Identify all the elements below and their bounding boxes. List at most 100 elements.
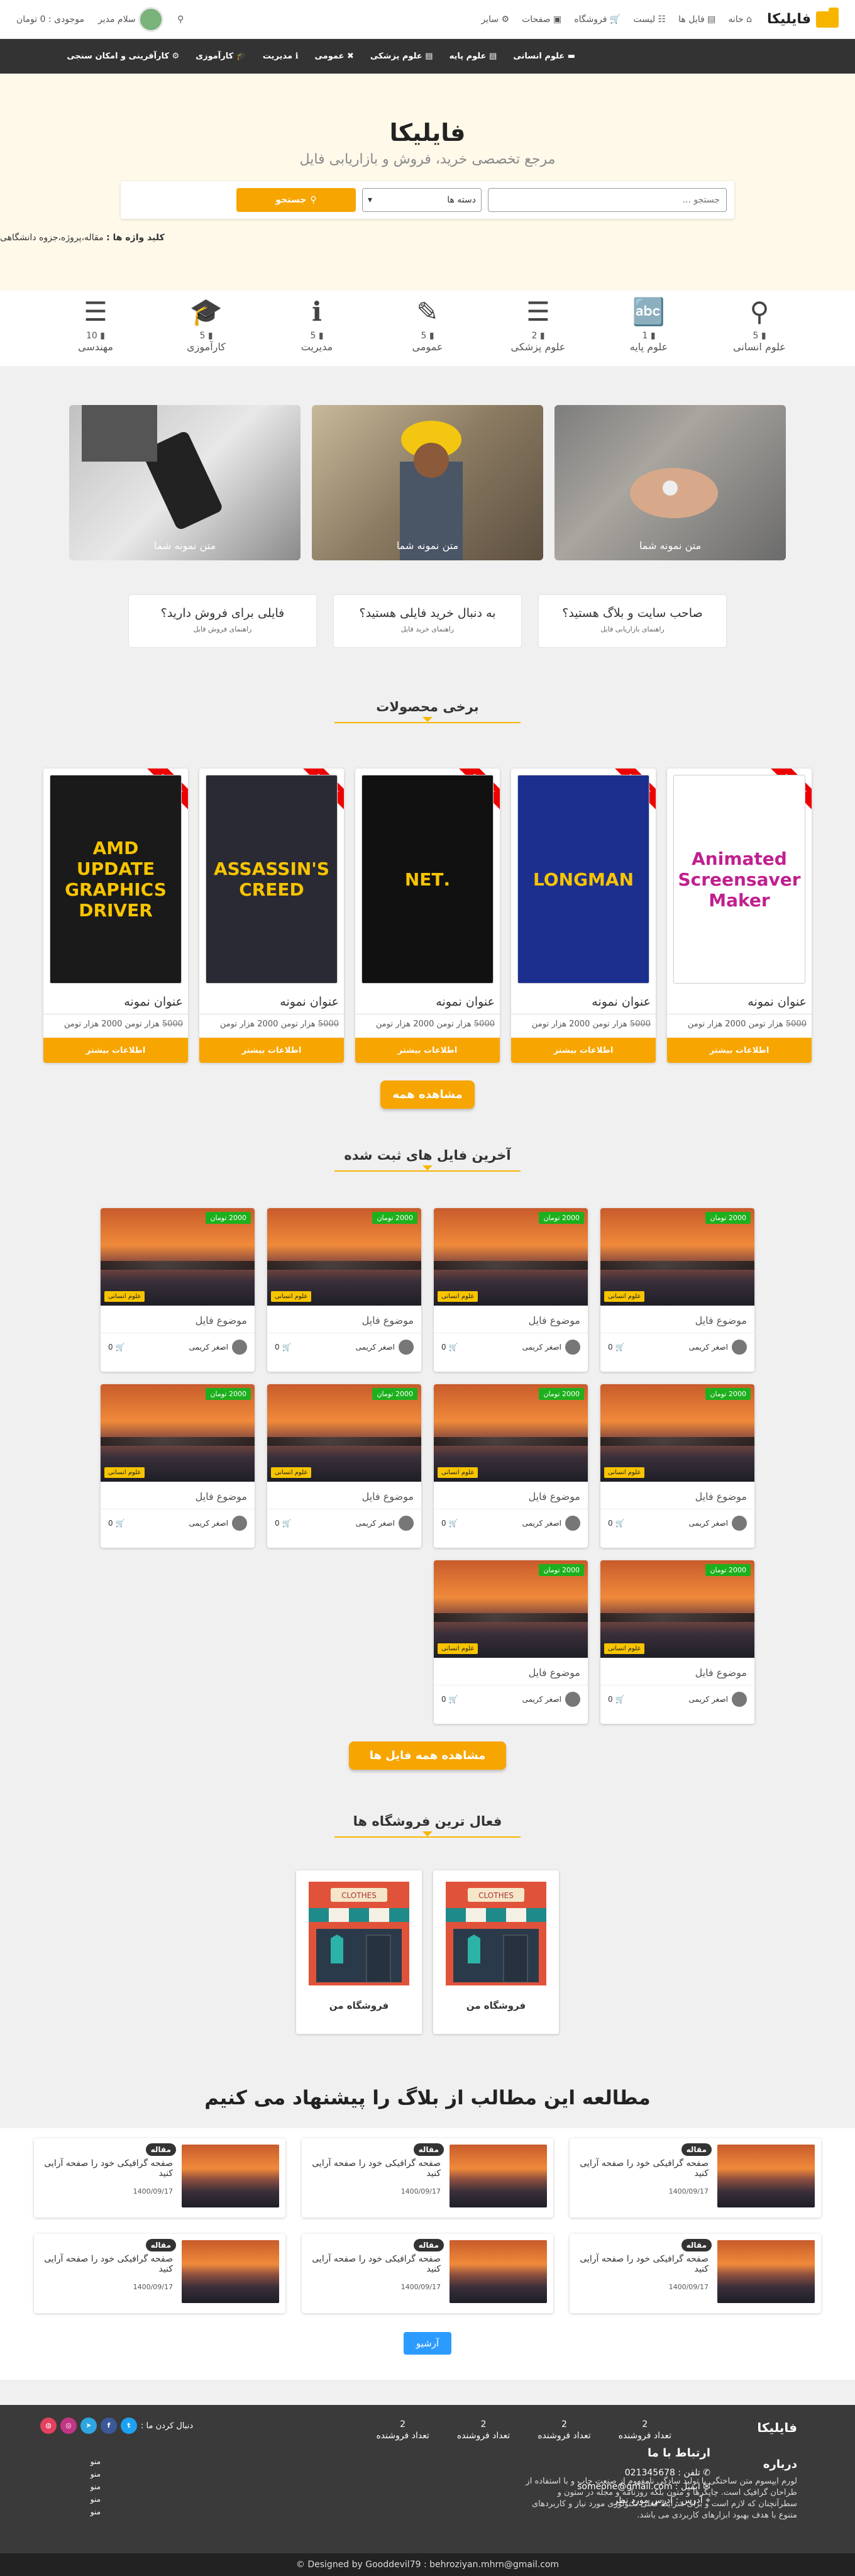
nav-files[interactable]: ▤ فایل ها xyxy=(678,14,715,25)
cart-count[interactable]: 🛒 0 xyxy=(108,1343,124,1352)
blog-card[interactable]: مقاله صفحه گرافیکی خود را صفحه آرایی کنی… xyxy=(570,2234,821,2313)
catbar-item[interactable]: ▬ علوم انسانی xyxy=(513,52,575,61)
category-tag[interactable]: علوم انسانی xyxy=(438,1643,478,1654)
cart-count[interactable]: 🛒 0 xyxy=(608,1343,624,1352)
dribbble-icon[interactable]: ◍ xyxy=(40,2418,57,2434)
catbar-item[interactable]: ℹ مدیریت xyxy=(263,52,299,61)
author[interactable]: اصغر کریمی xyxy=(522,1340,580,1355)
footer-link[interactable]: منو xyxy=(91,2480,101,2493)
author[interactable]: اصغر کریمی xyxy=(356,1516,414,1531)
email[interactable]: ✉ ایمیل : someone@gmail.com xyxy=(484,2480,710,2494)
catbar-item[interactable]: 🎓 کارآموزی xyxy=(196,52,246,61)
nav-list[interactable]: ☷ لیست xyxy=(633,14,666,25)
cart-count[interactable]: 🛒 0 xyxy=(608,1695,624,1704)
guide-box-marketing[interactable]: صاحب سایت و بلاگ هستید؟ راهنمای بازاریابی… xyxy=(538,594,727,648)
search-button[interactable]: ⚲ جستجو xyxy=(236,188,356,212)
image-card[interactable]: متن نمونه شما xyxy=(69,405,301,560)
category-select[interactable]: دسته ها ▾ xyxy=(362,188,482,212)
category-tag[interactable]: علوم انسانی xyxy=(438,1291,478,1302)
view-all-files-button[interactable]: مشاهده همه فایل ها xyxy=(349,1741,506,1770)
category-tag[interactable]: علوم انسانی xyxy=(604,1643,645,1654)
footer-link[interactable]: منو xyxy=(91,2468,101,2480)
search-input[interactable] xyxy=(488,188,727,212)
cart-count[interactable]: 🛒 0 xyxy=(608,1519,624,1528)
twitter-icon[interactable]: t xyxy=(121,2418,137,2434)
footer-link[interactable]: منو xyxy=(91,2506,101,2518)
author[interactable]: اصغر کریمی xyxy=(689,1340,747,1355)
more-info-button[interactable]: اطلاعات بیشتر xyxy=(511,1038,656,1063)
author[interactable]: اصغر کریمی xyxy=(356,1340,414,1355)
author[interactable]: اصغر کریمی xyxy=(689,1516,747,1531)
category-tag[interactable]: علوم انسانی xyxy=(604,1467,645,1478)
store-card[interactable]: CLOTHES فروشگاه من xyxy=(296,1870,422,2034)
file-card[interactable]: 2000 تومان علوم انسانی موضوع فایل اصغر ک… xyxy=(267,1384,421,1548)
category-tag[interactable]: علوم انسانی xyxy=(271,1291,312,1302)
author[interactable]: اصغر کریمی xyxy=(522,1516,580,1531)
category-item[interactable]: ⚲ ▮ 5 علوم انسانی xyxy=(720,297,799,366)
file-card[interactable]: 2000 تومان علوم انسانی موضوع فایل اصغر ک… xyxy=(101,1208,255,1372)
search-icon[interactable]: ⚲ xyxy=(177,14,184,25)
cart-count[interactable]: 🛒 0 xyxy=(275,1343,291,1352)
file-card[interactable]: 2000 تومان علوم انسانی موضوع فایل اصغر ک… xyxy=(434,1208,588,1372)
file-card[interactable]: 2000 تومان علوم انسانی موضوع فایل اصغر ک… xyxy=(600,1208,754,1372)
category-item[interactable]: 🎓 ▮ 5 کارآموزی xyxy=(167,297,246,366)
product-card[interactable]: تخفیف .NET عنوان نمونه 5000 هزار تومن 20… xyxy=(355,769,500,1063)
more-info-button[interactable]: اطلاعات بیشتر xyxy=(667,1038,812,1063)
category-tag[interactable]: علوم انسانی xyxy=(104,1291,145,1302)
file-card[interactable]: 2000 تومان علوم انسانی موضوع فایل اصغر ک… xyxy=(600,1384,754,1548)
file-card[interactable]: 2000 تومان علوم انسانی موضوع فایل اصغر ک… xyxy=(101,1384,255,1548)
product-card[interactable]: تخفیف Animated Screensaver Maker عنوان ن… xyxy=(667,769,812,1063)
footer-link[interactable]: منو xyxy=(91,2455,101,2468)
facebook-icon[interactable]: f xyxy=(101,2418,117,2434)
more-info-button[interactable]: اطلاعات بیشتر xyxy=(43,1038,188,1063)
nav-pages[interactable]: ▣ صفحات xyxy=(522,14,561,25)
category-tag[interactable]: علوم انسانی xyxy=(271,1467,312,1478)
instagram-icon[interactable]: ◎ xyxy=(60,2418,77,2434)
file-card[interactable]: 2000 تومان علوم انسانی موضوع فایل اصغر ک… xyxy=(434,1384,588,1548)
more-info-button[interactable]: اطلاعات بیشتر xyxy=(199,1038,344,1063)
nav-other[interactable]: ⚙ سایر xyxy=(481,14,509,25)
category-item[interactable]: ☰ ▮ 10 مهندسی xyxy=(56,297,135,366)
blog-card[interactable]: مقاله صفحه گرافیکی خود را صفحه آرایی کنی… xyxy=(302,2234,553,2313)
footer-link[interactable]: منو xyxy=(91,2493,101,2506)
site-logo[interactable]: فایلیکا xyxy=(767,7,839,28)
product-card[interactable]: تخفیف LONGMAN عنوان نمونه 5000 هزار تومن… xyxy=(511,769,656,1063)
file-card[interactable]: 2000 تومان علوم انسانی موضوع فایل اصغر ک… xyxy=(434,1560,588,1724)
catbar-item[interactable]: ▤ علوم پایه xyxy=(450,52,497,61)
guide-box-buy[interactable]: به دنبال خرید فایلی هستید؟ راهنمای خرید ف… xyxy=(333,594,522,648)
telegram-icon[interactable]: ➤ xyxy=(80,2418,97,2434)
catbar-item[interactable]: ▤ علوم پزشکی xyxy=(370,52,433,61)
view-all-products-button[interactable]: مشاهده همه xyxy=(380,1080,475,1109)
blog-card[interactable]: مقاله صفحه گرافیکی خود را صفحه آرایی کنی… xyxy=(302,2138,553,2218)
author[interactable]: اصغر کریمی xyxy=(689,1692,747,1707)
catbar-item[interactable]: ⚙ کارآفرینی و امکان سنجی xyxy=(67,52,179,61)
category-item[interactable]: ℹ ▮ 5 مدیریت xyxy=(277,297,356,366)
user-menu[interactable]: سلام مدیر xyxy=(98,6,164,32)
category-tag[interactable]: علوم انسانی xyxy=(604,1291,645,1302)
author[interactable]: اصغر کریمی xyxy=(522,1692,580,1707)
nav-home[interactable]: ⌂ خانه xyxy=(728,14,752,25)
category-item[interactable]: ✎ ▮ 5 عمومی xyxy=(388,297,467,366)
cart-count[interactable]: 🛒 0 xyxy=(108,1519,124,1528)
image-card[interactable]: متن نمونه شما xyxy=(554,405,786,560)
file-card[interactable]: 2000 تومان علوم انسانی موضوع فایل اصغر ک… xyxy=(600,1560,754,1724)
cart-count[interactable]: 🛒 0 xyxy=(441,1695,458,1704)
nav-shop[interactable]: 🛒 فروشگاه xyxy=(574,14,621,25)
archive-button[interactable]: آرشیو xyxy=(404,2332,451,2355)
category-item[interactable]: ☰ ▮ 2 علوم پزشکی xyxy=(499,297,578,366)
cart-count[interactable]: 🛒 0 xyxy=(441,1519,458,1528)
image-card[interactable]: متن نمونه شما xyxy=(312,405,543,560)
blog-card[interactable]: مقاله صفحه گرافیکی خود را صفحه آرایی کنی… xyxy=(34,2234,285,2313)
blog-card[interactable]: مقاله صفحه گرافیکی خود را صفحه آرایی کنی… xyxy=(570,2138,821,2218)
more-info-button[interactable]: اطلاعات بیشتر xyxy=(355,1038,500,1063)
catbar-item[interactable]: ✖ عمومی xyxy=(315,52,354,61)
store-card[interactable]: CLOTHES فروشگاه من xyxy=(433,1870,559,2034)
cart-count[interactable]: 🛒 0 xyxy=(441,1343,458,1352)
cart-count[interactable]: 🛒 0 xyxy=(275,1519,291,1528)
category-tag[interactable]: علوم انسانی xyxy=(104,1467,145,1478)
blog-card[interactable]: مقاله صفحه گرافیکی خود را صفحه آرایی کنی… xyxy=(34,2138,285,2218)
product-card[interactable]: تخفیف ASSASSIN'S CREED عنوان نمونه 5000 … xyxy=(199,769,344,1063)
product-card[interactable]: تخفیف AMD UPDATE GRAPHICS DRIVER عنوان ن… xyxy=(43,769,188,1063)
category-item[interactable]: 🔤 ▮ 1 علوم پایه xyxy=(609,297,688,366)
author[interactable]: اصغر کریمی xyxy=(189,1340,247,1355)
